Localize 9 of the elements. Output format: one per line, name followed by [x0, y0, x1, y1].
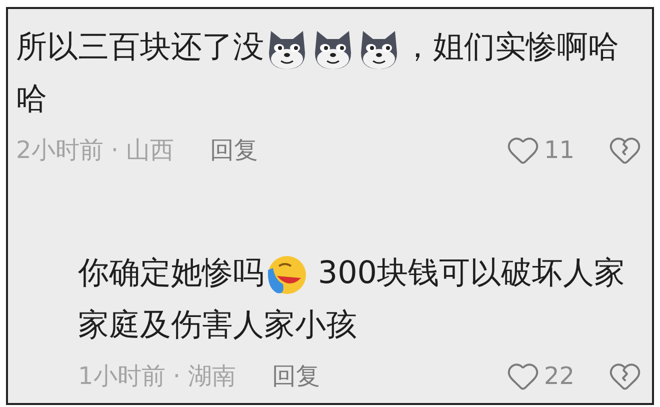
comment-text: 你确定她惨吗 300块钱可以破坏人家家庭及伤害人家小孩	[78, 252, 626, 345]
comment-time-location: 2小时前 · 山西	[16, 135, 174, 166]
comment-text: 所以三百块还了没 ，姐们实惨啊哈哈	[16, 21, 636, 125]
laughing-emoji-icon	[265, 254, 307, 296]
comment-time-location: 1小时前 · 湖南	[78, 361, 236, 392]
like-count: 11	[544, 135, 576, 166]
reply-button[interactable]: 回复	[272, 358, 320, 394]
reply-button[interactable]: 回复	[210, 132, 258, 168]
like-count: 22	[544, 361, 576, 392]
